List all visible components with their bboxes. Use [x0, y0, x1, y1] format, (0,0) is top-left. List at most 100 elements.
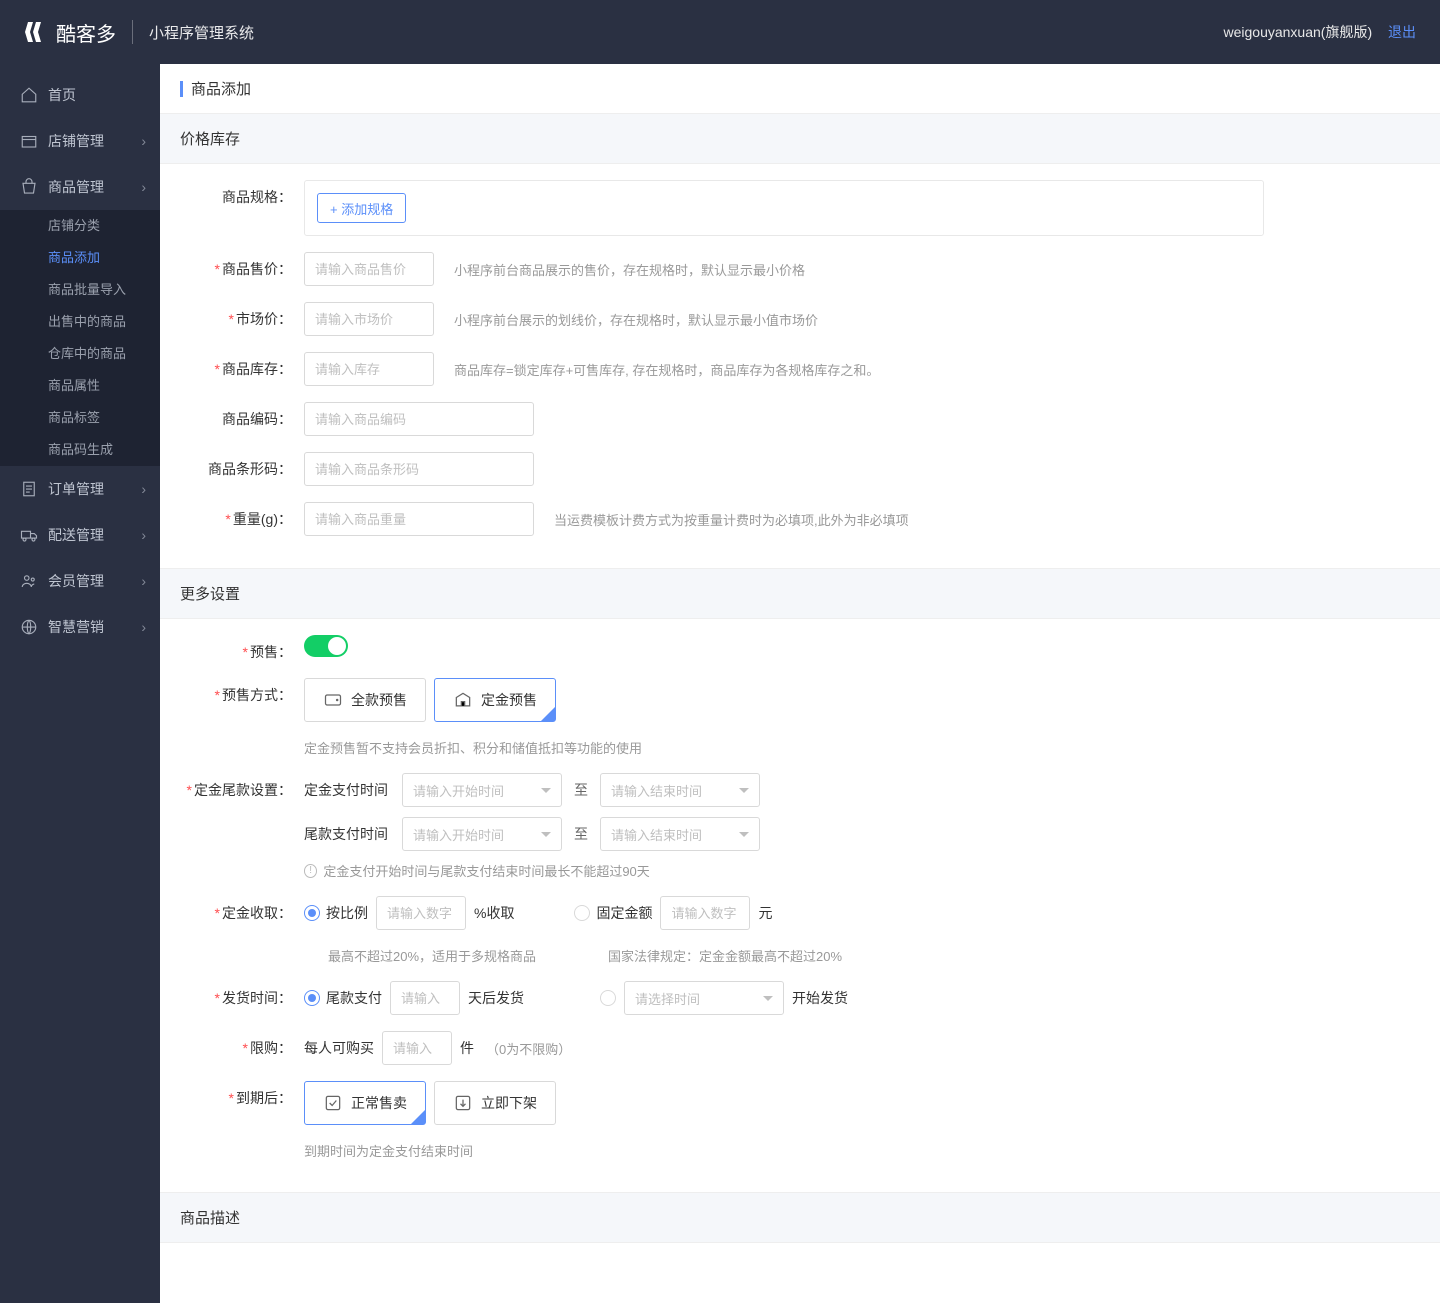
deposit-fixed-radio[interactable]: 固定金额 [574, 903, 652, 923]
expire-normal-card[interactable]: 正常售卖 [304, 1081, 426, 1125]
tail-start-time-select[interactable]: 请输入开始时间 [402, 817, 562, 851]
sidebar-item-shop[interactable]: 店铺管理 › [0, 118, 160, 164]
weight-input[interactable] [304, 502, 534, 536]
home-icon [20, 86, 38, 104]
goods-icon [20, 178, 38, 196]
sidebar-sub-warehouse[interactable]: 仓库中的商品 [0, 338, 160, 370]
sidebar-item-label: 配送管理 [48, 525, 104, 545]
sidebar-sub-tags[interactable]: 商品标签 [0, 402, 160, 434]
sidebar-sub-category[interactable]: 店铺分类 [0, 210, 160, 242]
limit-input[interactable] [382, 1031, 452, 1065]
option-label: 立即下架 [481, 1093, 537, 1113]
sidebar-item-label: 智慧营销 [48, 617, 104, 637]
presale-switch[interactable] [304, 635, 348, 657]
deposit-start-time-select[interactable]: 请输入开始时间 [402, 773, 562, 807]
ship-time-select[interactable]: 请选择时间 [624, 981, 784, 1015]
expire-label: *到期后： [180, 1081, 304, 1108]
sidebar-item-label: 订单管理 [48, 479, 104, 499]
username: weigouyanxuan(旗舰版) [1223, 24, 1372, 40]
presale-mode-label: *预售方式： [180, 678, 304, 705]
sidebar-item-delivery[interactable]: 配送管理 › [0, 512, 160, 558]
ship-after-tail-radio[interactable]: 尾款支付 [304, 988, 382, 1008]
sidebar-item-goods[interactable]: 商品管理 › [0, 164, 160, 210]
weight-hint: 当运费模板计费方式为按重量计费时为必填项,此外为非必填项 [554, 510, 909, 529]
main-content: 商品添加 价格库存 商品规格： + 添加规格 *商品售价： 小程序前台商品展示的… [160, 64, 1440, 1303]
ship-days-suffix: 天后发货 [468, 988, 524, 1008]
sidebar-item-label: 首页 [48, 85, 76, 105]
limit-hint: （0为不限购） [486, 1039, 571, 1058]
presale-mode-deposit-card[interactable]: 定金预售 [434, 678, 556, 722]
chevron-right-icon: › [141, 619, 146, 635]
system-name: 小程序管理系统 [149, 22, 254, 43]
stock-input[interactable] [304, 352, 434, 386]
check-square-icon [323, 1093, 343, 1113]
presale-mode-full-card[interactable]: 全款预售 [304, 678, 426, 722]
deposit-ratio-radio[interactable]: 按比例 [304, 903, 368, 923]
sidebar-sub-attrs[interactable]: 商品属性 [0, 370, 160, 402]
deposit-end-time-select[interactable]: 请输入结束时间 [600, 773, 760, 807]
chevron-right-icon: › [141, 527, 146, 543]
chevron-right-icon: › [141, 481, 146, 497]
market-price-input[interactable] [304, 302, 434, 336]
code-label: 商品编码： [180, 402, 304, 429]
logout-link[interactable]: 退出 [1388, 24, 1416, 40]
tail-pay-time-label: 尾款支付时间 [304, 824, 394, 844]
to-separator: 至 [574, 780, 588, 800]
chevron-right-icon: › [141, 573, 146, 589]
sidebar: 首页 店铺管理 › 商品管理 › 店铺分类 商品添加 商品批量导入 出售中的商品… [0, 64, 160, 1303]
deposit-collect-label: *定金收取： [180, 896, 304, 923]
tail-setting-label: *定金尾款设置： [180, 773, 304, 800]
deposit-icon [453, 690, 473, 710]
tail-hint: 定金支付开始时间与尾款支付结束时间最长不能超过90天 [323, 861, 650, 880]
member-icon [20, 572, 38, 590]
fixed-hint: 国家法律规定：定金金额最高不超过20% [608, 946, 868, 965]
sidebar-sub-goods: 店铺分类 商品添加 商品批量导入 出售中的商品 仓库中的商品 商品属性 商品标签… [0, 210, 160, 466]
expire-off-card[interactable]: 立即下架 [434, 1081, 556, 1125]
sale-price-input[interactable] [304, 252, 434, 286]
sidebar-item-order[interactable]: 订单管理 › [0, 466, 160, 512]
ship-at-time-radio[interactable] [600, 990, 616, 1006]
sidebar-sub-qrcode[interactable]: 商品码生成 [0, 434, 160, 466]
section-price-header: 价格库存 [160, 113, 1440, 164]
radio-icon [600, 990, 616, 1006]
globe-icon [20, 618, 38, 636]
sidebar-sub-batch-import[interactable]: 商品批量导入 [0, 274, 160, 306]
add-spec-button[interactable]: + 添加规格 [317, 193, 406, 223]
order-icon [20, 480, 38, 498]
sidebar-item-marketing[interactable]: 智慧营销 › [0, 604, 160, 650]
info-icon: ! [304, 864, 317, 878]
sidebar-sub-add-goods[interactable]: 商品添加 [0, 242, 160, 274]
ratio-suffix: %收取 [474, 903, 514, 923]
option-label: 正常售卖 [351, 1093, 407, 1113]
tail-end-time-select[interactable]: 请输入结束时间 [600, 817, 760, 851]
weight-label: *重量(g)： [180, 502, 304, 529]
sidebar-item-member[interactable]: 会员管理 › [0, 558, 160, 604]
ship-time-label: *发货时间： [180, 981, 304, 1008]
ship-days-input[interactable] [390, 981, 460, 1015]
sidebar-item-label: 店铺管理 [48, 131, 104, 151]
sidebar-item-home[interactable]: 首页 [0, 72, 160, 118]
presale-mode-hint: 定金预售暂不支持会员折扣、积分和储值抵扣等功能的使用 [304, 738, 1420, 757]
deposit-pay-time-label: 定金支付时间 [304, 780, 394, 800]
section-desc-header: 商品描述 [160, 1192, 1440, 1243]
code-input[interactable] [304, 402, 534, 436]
sidebar-sub-on-sale[interactable]: 出售中的商品 [0, 306, 160, 338]
barcode-input[interactable] [304, 452, 534, 486]
fixed-suffix: 元 [758, 903, 772, 923]
ratio-hint: 最高不超过20%，适用于多规格商品 [328, 946, 548, 965]
expire-hint: 到期时间为定金支付结束时间 [304, 1141, 1420, 1160]
chevron-right-icon: › [141, 179, 146, 195]
limit-buy-label: *限购： [180, 1031, 304, 1058]
user-info: weigouyanxuan(旗舰版) 退出 [1223, 22, 1416, 42]
fixed-input[interactable] [660, 896, 750, 930]
ratio-input[interactable] [376, 896, 466, 930]
section-more-header: 更多设置 [160, 568, 1440, 619]
arrow-down-square-icon [453, 1093, 473, 1113]
radio-icon [304, 905, 320, 921]
limit-suffix: 件 [460, 1038, 474, 1058]
section-more-body: *预售： *预售方式： 全款预售 定金预售 定金预售暂不支持会员折扣、 [160, 619, 1440, 1192]
sidebar-item-label: 会员管理 [48, 571, 104, 591]
radio-icon [304, 990, 320, 1006]
to-separator: 至 [574, 824, 588, 844]
page-title-text: 商品添加 [191, 78, 251, 99]
